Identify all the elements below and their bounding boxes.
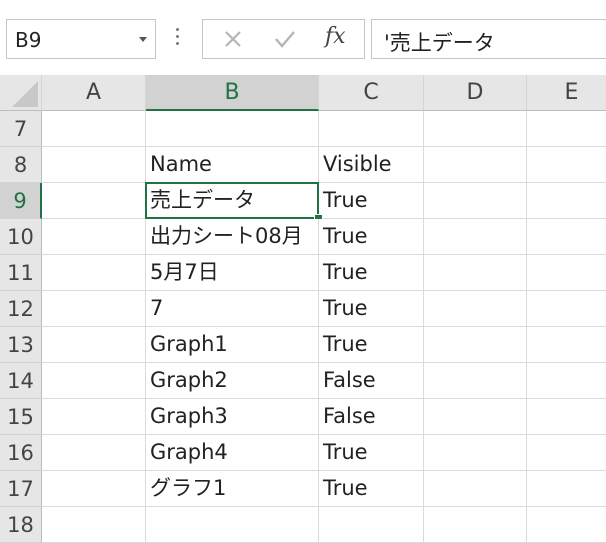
cell-a17[interactable] — [42, 471, 146, 507]
row-header-9[interactable]: 9 — [0, 183, 42, 219]
cell-e14[interactable] — [527, 363, 606, 399]
row-header-17[interactable]: 17 — [0, 471, 42, 507]
select-all-button[interactable] — [0, 75, 42, 111]
cell-e12[interactable] — [527, 291, 606, 327]
column-header-d[interactable]: D — [424, 75, 527, 111]
cell-e13[interactable] — [527, 327, 606, 363]
cell-a16[interactable] — [42, 435, 146, 471]
cell-e17[interactable] — [527, 471, 606, 507]
cell-a18[interactable] — [42, 507, 146, 543]
cell-d10[interactable] — [424, 219, 527, 255]
cell-d18[interactable] — [424, 507, 527, 543]
row-header-10[interactable]: 10 — [0, 219, 42, 255]
cell-d8[interactable] — [424, 147, 527, 183]
cell-a12[interactable] — [42, 291, 146, 327]
cell-c7[interactable] — [319, 111, 424, 147]
cell-a7[interactable] — [42, 111, 146, 147]
row-header-13[interactable]: 13 — [0, 327, 42, 363]
cell-a9[interactable] — [42, 183, 146, 219]
drag-handle-icon[interactable] — [176, 28, 180, 50]
name-box-value[interactable]: B9 — [15, 28, 41, 52]
cell-a10[interactable] — [42, 219, 146, 255]
cell-b8[interactable]: Name — [146, 147, 319, 183]
formula-content[interactable]: '売上データ — [384, 27, 495, 57]
cell-e9[interactable] — [527, 183, 606, 219]
cell-d12[interactable] — [424, 291, 527, 327]
row-header-18[interactable]: 18 — [0, 507, 42, 543]
cell-e18[interactable] — [527, 507, 606, 543]
column-header-b[interactable]: B — [146, 75, 319, 111]
cell-d7[interactable] — [424, 111, 527, 147]
cell-c9[interactable]: True — [319, 183, 424, 219]
row-header-15[interactable]: 15 — [0, 399, 42, 435]
fx-icon[interactable]: fx — [325, 24, 346, 49]
cell-d17[interactable] — [424, 471, 527, 507]
cancel-button[interactable] — [215, 20, 251, 58]
cell-a14[interactable] — [42, 363, 146, 399]
column-header-c[interactable]: C — [319, 75, 424, 111]
cell-b11[interactable]: 5月7日 — [146, 255, 319, 291]
cell-a13[interactable] — [42, 327, 146, 363]
cell-c13[interactable]: True — [319, 327, 424, 363]
chevron-down-icon[interactable] — [139, 37, 147, 42]
cell-d11[interactable] — [424, 255, 527, 291]
cell-b18[interactable] — [146, 507, 319, 543]
cell-a8[interactable] — [42, 147, 146, 183]
row-header-14[interactable]: 14 — [0, 363, 42, 399]
cell-b13[interactable]: Graph1 — [146, 327, 319, 363]
cell-c18[interactable] — [319, 507, 424, 543]
cell-a11[interactable] — [42, 255, 146, 291]
row-header-12[interactable]: 12 — [0, 291, 42, 327]
name-box[interactable]: B9 — [6, 19, 156, 59]
check-icon — [275, 31, 295, 48]
cell-b16[interactable]: Graph4 — [146, 435, 319, 471]
cell-e10[interactable] — [527, 219, 606, 255]
column-header-a[interactable]: A — [42, 75, 146, 111]
cell-d16[interactable] — [424, 435, 527, 471]
cell-d13[interactable] — [424, 327, 527, 363]
enter-button[interactable] — [267, 20, 303, 58]
cell-b7[interactable] — [146, 111, 319, 147]
cell-c12[interactable]: True — [319, 291, 424, 327]
cell-c8[interactable]: Visible — [319, 147, 424, 183]
cell-e16[interactable] — [527, 435, 606, 471]
cell-c16[interactable]: True — [319, 435, 424, 471]
cell-c17[interactable]: True — [319, 471, 424, 507]
formula-bar: B9 fx '売上データ — [0, 0, 606, 75]
cell-e7[interactable] — [527, 111, 606, 147]
cell-c10[interactable]: True — [319, 219, 424, 255]
row-header-7[interactable]: 7 — [0, 111, 42, 147]
row-header-8[interactable]: 8 — [0, 147, 42, 183]
row-header-16[interactable]: 16 — [0, 435, 42, 471]
formula-input[interactable]: '売上データ — [371, 19, 606, 59]
close-icon — [225, 31, 241, 47]
spreadsheet-grid: A B C D E 7 8 Name Visible 9 売上データ True 10 出力シート08月 Tr… — [0, 75, 606, 543]
cell-a15[interactable] — [42, 399, 146, 435]
cell-b9[interactable]: 売上データ — [146, 183, 319, 219]
cell-e11[interactable] — [527, 255, 606, 291]
cell-e8[interactable] — [527, 147, 606, 183]
select-all-triangle-icon — [12, 81, 38, 107]
cell-b17[interactable]: グラフ1 — [146, 471, 319, 507]
cell-b14[interactable]: Graph2 — [146, 363, 319, 399]
formula-buttons: fx — [202, 19, 365, 59]
cell-b15[interactable]: Graph3 — [146, 399, 319, 435]
cell-d9[interactable] — [424, 183, 527, 219]
cell-b10[interactable]: 出力シート08月 — [146, 219, 319, 255]
row-header-11[interactable]: 11 — [0, 255, 42, 291]
cell-c15[interactable]: False — [319, 399, 424, 435]
column-header-e[interactable]: E — [527, 75, 606, 111]
cell-c14[interactable]: False — [319, 363, 424, 399]
cell-d15[interactable] — [424, 399, 527, 435]
cell-d14[interactable] — [424, 363, 527, 399]
cell-e15[interactable] — [527, 399, 606, 435]
cell-c11[interactable]: True — [319, 255, 424, 291]
cell-b12[interactable]: 7 — [146, 291, 319, 327]
